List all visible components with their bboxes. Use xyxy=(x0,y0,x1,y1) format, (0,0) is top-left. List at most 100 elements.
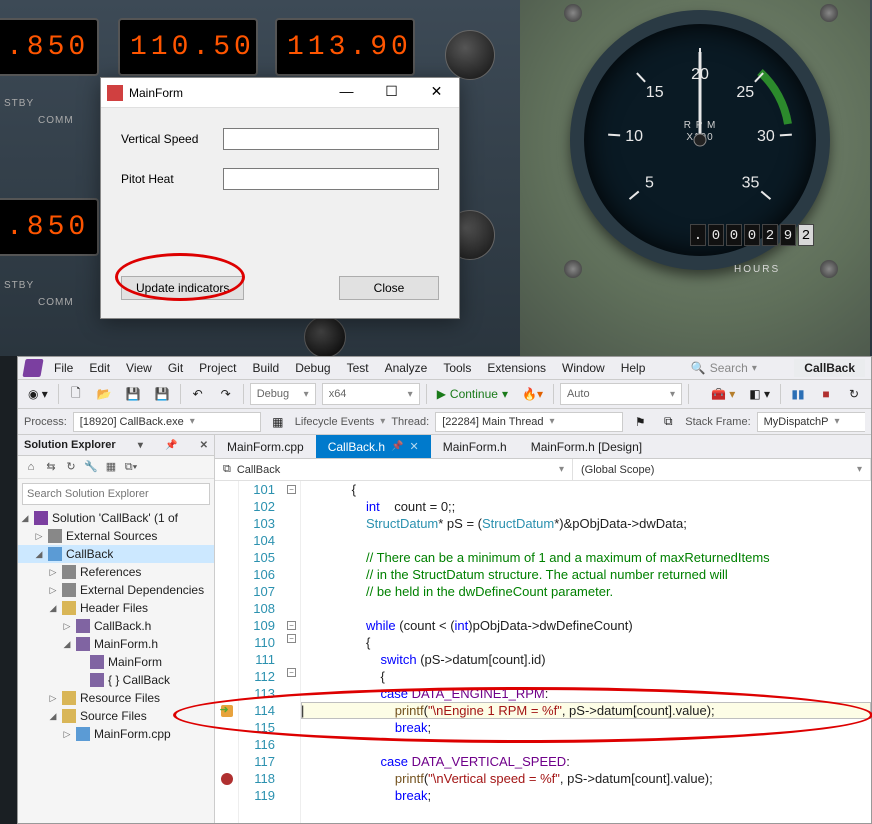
breakpoint-margin[interactable] xyxy=(215,481,239,823)
tab-mainform-cpp[interactable]: MainForm.cpp xyxy=(215,435,316,458)
editor-tabs[interactable]: MainForm.cppCallBack.h📌✕MainForm.hMainFo… xyxy=(215,435,871,459)
process-combo[interactable]: [18920] CallBack.exe xyxy=(73,412,261,432)
menu-test[interactable]: Test xyxy=(339,359,377,377)
window-layout-icon[interactable]: ◧ ▾ xyxy=(745,383,774,405)
tree-node[interactable]: ▷CallBack.h xyxy=(18,617,214,635)
radio-display-1: 110.50 xyxy=(118,18,258,76)
radio-knob-1[interactable] xyxy=(445,30,495,80)
maximize-button[interactable]: ☐ xyxy=(369,78,414,107)
menu-project[interactable]: Project xyxy=(191,359,244,377)
code-area[interactable]: 1011021031041051061071081091101111121131… xyxy=(215,481,871,823)
pin-icon[interactable]: 📌 xyxy=(165,440,177,451)
code-lines[interactable]: { int count = 0;; StructDatum* pS = (Str… xyxy=(301,481,871,823)
menu-build[interactable]: Build xyxy=(245,359,288,377)
redo-icon[interactable]: ↷ xyxy=(215,383,237,405)
toolbox-icon[interactable]: 🧰 ▾ xyxy=(707,383,739,405)
open-file-icon[interactable]: 📂 xyxy=(93,383,116,405)
pause-icon[interactable]: ▮▮ xyxy=(787,383,809,405)
wrench-icon[interactable]: 🔧 xyxy=(82,458,100,476)
solexp-search-input[interactable] xyxy=(22,483,210,505)
show-all-icon[interactable]: ▦ xyxy=(102,458,120,476)
solution-explorer-title[interactable]: Solution Explorer ▾ 📌 ✕ xyxy=(18,435,214,456)
tab-mainform-h[interactable]: MainForm.h xyxy=(431,435,519,458)
menu-file[interactable]: File xyxy=(46,359,81,377)
home-icon[interactable]: ⌂ xyxy=(22,458,40,476)
svg-text:25: 25 xyxy=(736,84,754,101)
panel-comm-b: COMM xyxy=(38,297,74,308)
sync-icon[interactable]: ↻ xyxy=(62,458,80,476)
tree-node[interactable]: ◢Solution 'CallBack' (1 of xyxy=(18,509,214,527)
thread-label: Thread: xyxy=(391,416,429,428)
pitot-field[interactable] xyxy=(223,168,439,190)
menu-tools[interactable]: Tools xyxy=(435,359,479,377)
lifecycle-icon[interactable]: ▦ xyxy=(267,411,289,433)
tab-callback-h[interactable]: CallBack.h📌✕ xyxy=(316,435,431,458)
new-file-icon[interactable]: 🗋 xyxy=(65,383,87,405)
menu-git[interactable]: Git xyxy=(160,359,191,377)
save-all-icon[interactable]: 💾 xyxy=(151,383,174,405)
tree-node[interactable]: ◢CallBack xyxy=(18,545,214,563)
tree-node[interactable]: { } CallBack xyxy=(18,671,214,689)
tree-node[interactable]: ◢Source Files xyxy=(18,707,214,725)
stop-icon[interactable]: ■ xyxy=(815,383,837,405)
threads-icon[interactable]: ⧉ xyxy=(657,411,679,433)
panel-stby-a: STBY xyxy=(4,98,34,109)
search-box[interactable]: 🔍 Search ▾ xyxy=(683,359,765,377)
pull-25k-knob[interactable] xyxy=(304,316,346,358)
menu-analyze[interactable]: Analyze xyxy=(377,359,436,377)
tree-node[interactable]: ▷Resource Files xyxy=(18,689,214,707)
navbar-type[interactable]: (Global Scope) xyxy=(573,459,871,480)
dropdown-icon[interactable]: ▾ xyxy=(138,440,143,451)
solexp-toolbar: ⌂ ⇆ ↻ 🔧 ▦ ⧉▾ xyxy=(18,456,214,479)
properties-icon[interactable]: ⧉▾ xyxy=(122,458,140,476)
hot-reload-icon[interactable]: 🔥▾ xyxy=(518,383,547,405)
config-combo[interactable]: Debug xyxy=(250,383,316,405)
tree-node[interactable]: ▷References xyxy=(18,563,214,581)
save-icon[interactable]: 💾 xyxy=(122,383,145,405)
close-window-button[interactable]: ✕ xyxy=(414,78,459,107)
restart-icon[interactable]: ↻ xyxy=(843,383,865,405)
collapse-icon[interactable]: ⇆ xyxy=(42,458,60,476)
close-panel-icon[interactable]: ✕ xyxy=(200,440,208,451)
menu-help[interactable]: Help xyxy=(613,359,654,377)
platform-combo[interactable]: x64 xyxy=(322,383,420,405)
menu-edit[interactable]: Edit xyxy=(81,359,118,377)
radio-display-2: 113.90 xyxy=(275,18,415,76)
radio-display-3: .850 xyxy=(0,198,99,256)
rpm-gauge: 5101520253035 R P M X100 .000292 HOURS xyxy=(570,10,830,270)
solution-tree[interactable]: ◢Solution 'CallBack' (1 of▷External Sour… xyxy=(18,509,214,823)
panel-stby-b: STBY xyxy=(4,280,34,291)
line-numbers: 1011021031041051061071081091101111121131… xyxy=(239,481,283,823)
svg-text:10: 10 xyxy=(625,128,643,145)
flag-icon[interactable]: ⚑ xyxy=(629,411,651,433)
menu-extensions[interactable]: Extensions xyxy=(479,359,554,377)
tab-mainform-h-design-[interactable]: MainForm.h [Design] xyxy=(519,435,654,458)
tree-node[interactable]: ◢Header Files xyxy=(18,599,214,617)
vs-logo-icon xyxy=(22,359,43,377)
outline-margin[interactable]: −−−− xyxy=(283,481,301,823)
nav-back-icon[interactable]: ◉ ▾ xyxy=(24,383,52,405)
menu-window[interactable]: Window xyxy=(554,359,613,377)
menu-debug[interactable]: Debug xyxy=(287,359,338,377)
debug-toolbar: Process: [18920] CallBack.exe ▦ Lifecycl… xyxy=(18,409,871,435)
minimize-button[interactable]: — xyxy=(324,78,369,107)
menu-view[interactable]: View xyxy=(118,359,160,377)
undo-icon[interactable]: ↶ xyxy=(187,383,209,405)
titlebar[interactable]: MainForm — ☐ ✕ xyxy=(101,78,459,108)
auto-combo[interactable]: Auto xyxy=(560,383,682,405)
navbar-scope[interactable]: ⧉CallBack xyxy=(215,459,573,480)
close-button[interactable]: Close xyxy=(339,276,439,300)
vspeed-field[interactable] xyxy=(223,128,439,150)
thread-combo[interactable]: [22284] Main Thread xyxy=(435,412,623,432)
tree-node[interactable]: ▷External Sources xyxy=(18,527,214,545)
tree-node[interactable]: MainForm xyxy=(18,653,214,671)
tree-node[interactable]: ▷External Dependencies xyxy=(18,581,214,599)
window-title: MainForm xyxy=(129,86,324,100)
tree-node[interactable]: ◢MainForm.h xyxy=(18,635,214,653)
tree-node[interactable]: ▷MainForm.cpp xyxy=(18,725,214,743)
update-indicators-button[interactable]: Update indicators xyxy=(121,276,244,300)
continue-button[interactable]: ▶Continue ▾ xyxy=(433,383,512,405)
svg-text:30: 30 xyxy=(757,128,775,145)
stack-combo[interactable]: MyDispatchP xyxy=(757,412,865,432)
svg-text:15: 15 xyxy=(646,84,664,101)
